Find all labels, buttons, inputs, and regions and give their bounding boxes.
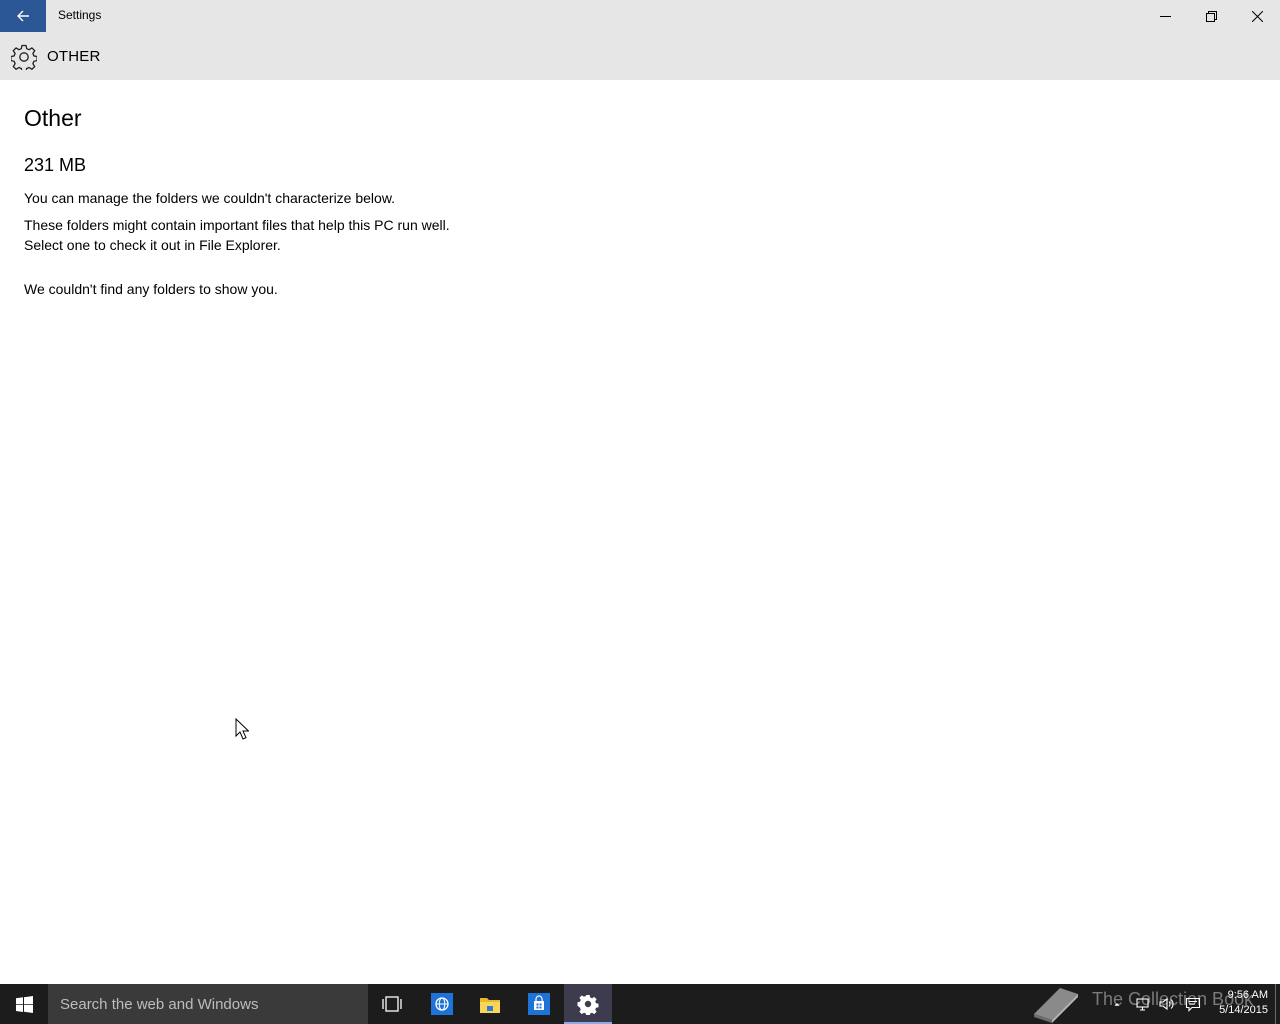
volume-button[interactable] <box>1158 984 1176 1024</box>
action-center-button[interactable] <box>1184 984 1202 1024</box>
internet-explorer-button[interactable] <box>418 984 466 1024</box>
back-button[interactable] <box>0 0 46 32</box>
page-title: Other <box>24 105 82 131</box>
header-title: OTHER <box>47 48 101 65</box>
back-arrow-icon <box>17 10 29 22</box>
file-explorer-button[interactable] <box>466 984 514 1024</box>
empty-message: We couldn't find any folders to show you… <box>24 281 278 297</box>
volume-icon <box>1159 997 1174 1011</box>
store-icon <box>528 993 550 1015</box>
description-text: These folders might contain important fi… <box>24 217 450 253</box>
network-button[interactable] <box>1134 984 1152 1024</box>
intro-text: You can manage the folders we couldn't c… <box>24 190 396 206</box>
minimize-icon <box>1159 15 1171 17</box>
settings-window: Settings OTHER Other 231 MB You can mana… <box>0 0 1280 984</box>
settings-taskbar-button[interactable] <box>564 984 612 1024</box>
close-icon <box>1251 10 1263 22</box>
clock[interactable]: 9:56 AM 5/14/2015 <box>1206 988 1268 1018</box>
windows-start-icon <box>15 995 33 1013</box>
chevron-up-icon <box>1114 1003 1120 1006</box>
show-desktop-button[interactable] <box>1275 984 1276 1024</box>
mouse-cursor-icon <box>235 718 249 740</box>
window-title: Settings <box>58 8 102 22</box>
network-icon <box>1136 998 1149 1011</box>
search-input[interactable]: Search the web and Windows <box>48 984 368 1024</box>
book-icon <box>1034 988 1078 1023</box>
store-button[interactable] <box>515 984 563 1024</box>
close-button[interactable] <box>1234 0 1280 32</box>
restore-button[interactable] <box>1188 0 1234 32</box>
settings-gear-icon <box>577 995 599 1015</box>
page-header: OTHER <box>0 32 1280 80</box>
taskbar: Search the web and Windows The Collectio… <box>0 984 1280 1024</box>
restore-icon <box>1205 10 1217 22</box>
internet-explorer-icon <box>431 993 453 1015</box>
show-hidden-icons-button[interactable] <box>1110 984 1124 1024</box>
file-explorer-icon <box>480 998 500 1013</box>
task-view-button[interactable] <box>368 984 416 1024</box>
gear-icon <box>11 44 37 70</box>
title-bar: Settings <box>0 0 1280 32</box>
clock-time: 9:56 AM <box>1227 989 1268 1001</box>
minimize-button[interactable] <box>1142 0 1188 32</box>
clock-date: 5/14/2015 <box>1219 1004 1268 1016</box>
task-view-icon <box>382 996 402 1012</box>
start-button[interactable] <box>0 984 48 1024</box>
storage-size: 231 MB <box>24 155 87 175</box>
message-icon <box>1185 997 1201 1012</box>
